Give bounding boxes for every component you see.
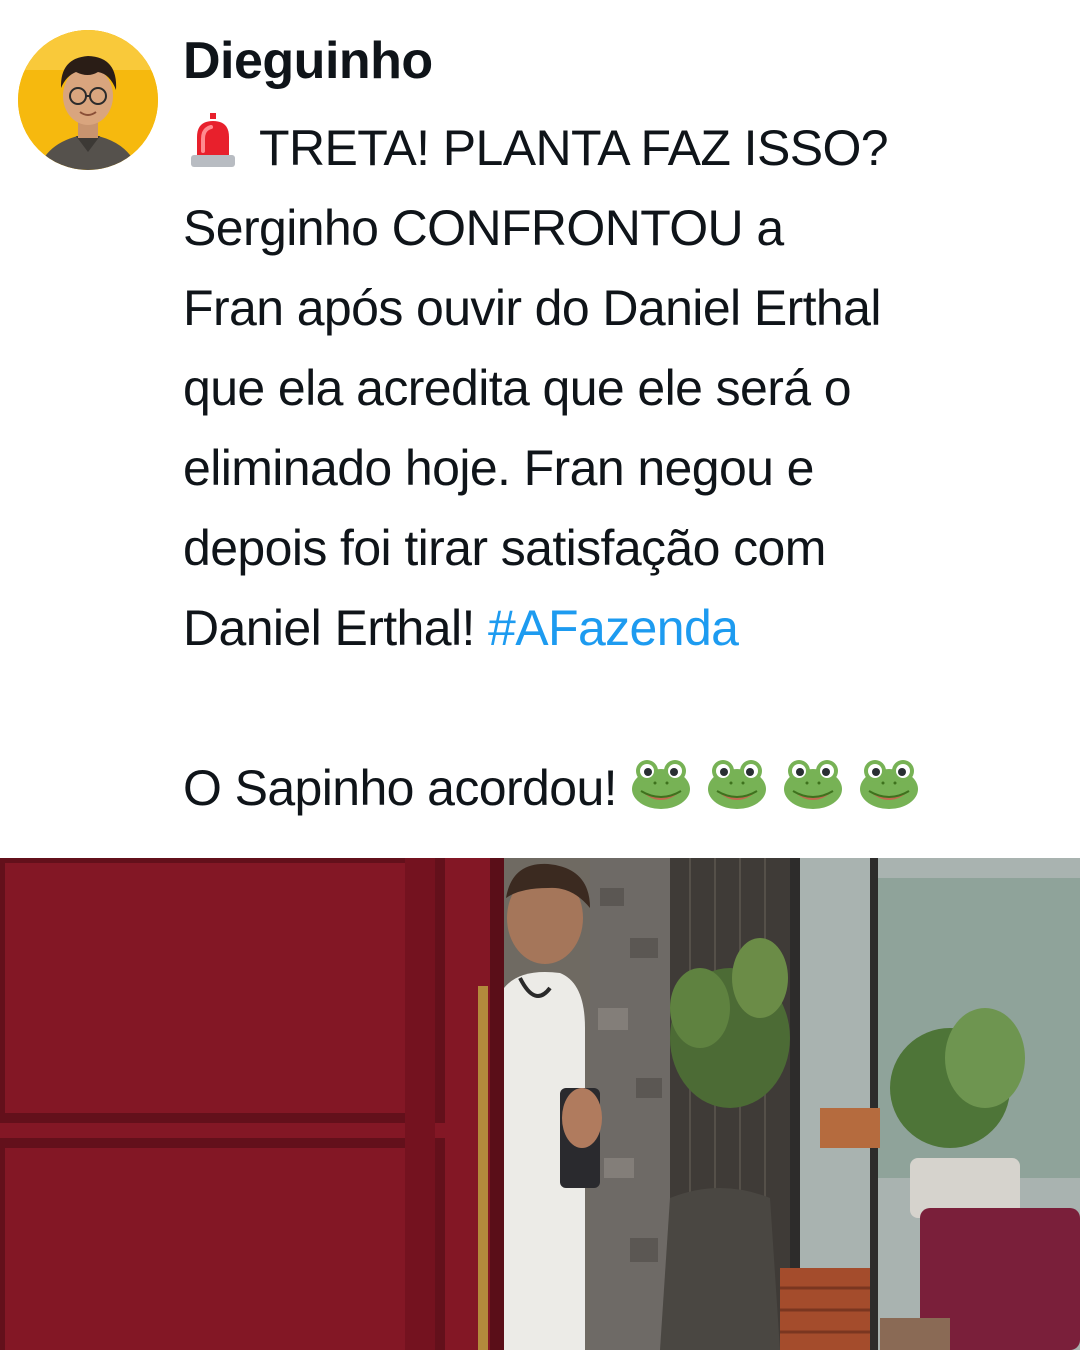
social-post: Dieguinho TRETA! PLANTA FAZ ISSO? Sergin… bbox=[0, 0, 1080, 1350]
frog-face-icon bbox=[629, 751, 693, 815]
police-light-icon bbox=[183, 111, 243, 171]
post-text-line: Serginho CONFRONTOU a bbox=[183, 200, 784, 256]
post-text-line: Daniel Erthal! bbox=[183, 600, 489, 656]
frog-face-icon bbox=[705, 751, 769, 815]
video-still-image[interactable] bbox=[0, 858, 1080, 1350]
author-avatar[interactable] bbox=[18, 30, 158, 170]
post-line-1: TRETA! PLANTA FAZ ISSO? bbox=[183, 108, 1063, 188]
post-text-line: que ela acredita que ele será o bbox=[183, 360, 852, 416]
frog-face-icon bbox=[857, 751, 921, 815]
hashtag-link[interactable]: #AFazenda bbox=[488, 600, 739, 656]
post-text: TRETA! PLANTA FAZ ISSO? Serginho CONFRON… bbox=[183, 108, 1063, 828]
frog-face-icon bbox=[781, 751, 845, 815]
post-text-line: Fran após ouvir do Daniel Erthal bbox=[183, 280, 881, 336]
post-text-line: TRETA! PLANTA FAZ ISSO? bbox=[259, 120, 889, 176]
post-line-closing: O Sapinho acordou! bbox=[183, 748, 1063, 828]
author-name[interactable]: Dieguinho bbox=[183, 26, 433, 96]
post-text-line: eliminado hoje. Fran negou e bbox=[183, 440, 814, 496]
post-text-line: depois foi tirar satisfação com bbox=[183, 520, 826, 576]
frog-emoji-row bbox=[617, 760, 921, 816]
post-line-7: Daniel Erthal! #AFazenda bbox=[183, 588, 1063, 668]
closing-text: O Sapinho acordou! bbox=[183, 760, 618, 816]
